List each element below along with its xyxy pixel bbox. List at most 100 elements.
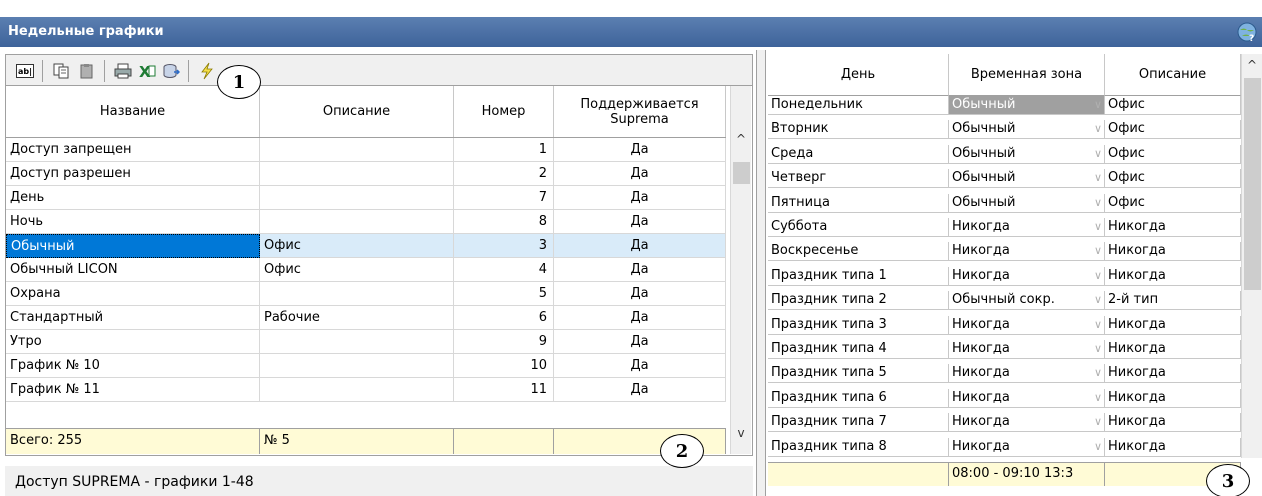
schedule-suprema-cell[interactable]: Да (554, 138, 726, 162)
schedule-description-cell[interactable] (260, 210, 454, 234)
chevron-down-icon[interactable]: ∨ (1094, 169, 1102, 187)
schedule-description-cell[interactable] (260, 282, 454, 306)
table-row[interactable]: Праздник типа 4 Никогда ∨ Никогда (768, 340, 1241, 359)
chevron-down-icon[interactable]: ∨ (1094, 267, 1102, 285)
table-row[interactable]: Обычный Офис 3 Да (6, 234, 726, 258)
time-zone-select[interactable]: Никогда ∨ (949, 315, 1105, 335)
table-row[interactable]: Праздник типа 2 Обычный сокр. ∨ 2-й тип (768, 291, 1241, 311)
chevron-down-icon[interactable]: ∨ (1094, 389, 1102, 407)
chevron-down-icon[interactable]: ∨ (1094, 194, 1102, 212)
schedule-description-cell[interactable] (260, 186, 454, 210)
table-row[interactable]: Четверг Обычный ∨ Офис (768, 169, 1241, 189)
time-zone-select[interactable]: Обычный ∨ (949, 120, 1105, 140)
chevron-down-icon[interactable]: ∨ (1094, 120, 1102, 138)
table-row[interactable]: Праздник типа 7 Никогда ∨ Никогда (768, 413, 1241, 433)
schedule-name-cell[interactable]: Стандартный (6, 306, 260, 330)
table-row[interactable]: Вторник Обычный ∨ Офис (768, 120, 1241, 140)
schedule-description-cell[interactable]: Рабочие (260, 306, 454, 330)
schedule-number-cell[interactable]: 4 (454, 258, 554, 282)
table-row[interactable]: Доступ запрещен 1 Да (6, 138, 726, 162)
table-row[interactable]: Среда Обычный ∨ Офис (768, 144, 1241, 164)
table-row[interactable]: Охрана 5 Да (6, 282, 726, 306)
schedule-number-cell[interactable]: 5 (454, 282, 554, 306)
schedule-number-cell[interactable]: 10 (454, 354, 554, 378)
time-zone-select[interactable]: Никогда ∨ (949, 266, 1105, 286)
rename-field-icon[interactable]: ab| (14, 60, 36, 82)
column-header-time-zone[interactable]: Временная зона (949, 54, 1105, 96)
schedule-description-cell[interactable]: Офис (260, 234, 454, 258)
time-zone-select[interactable]: Никогда ∨ (949, 388, 1105, 408)
schedule-number-cell[interactable]: 3 (454, 234, 554, 258)
column-header-name[interactable]: Название (6, 86, 260, 137)
chevron-down-icon[interactable]: ∨ (1094, 291, 1102, 309)
column-header-day[interactable]: День (768, 54, 949, 96)
schedules-scrollbar[interactable]: ^ v (730, 86, 751, 454)
time-zone-select[interactable]: Обычный сокр. ∨ (949, 291, 1105, 311)
schedule-number-cell[interactable]: 6 (454, 306, 554, 330)
column-header-description[interactable]: Описание (260, 86, 454, 137)
schedule-suprema-cell[interactable]: Да (554, 186, 726, 210)
scroll-down-icon[interactable]: v (731, 424, 751, 442)
table-row[interactable]: Стандартный Рабочие 6 Да (6, 306, 726, 330)
schedule-suprema-cell[interactable]: Да (554, 162, 726, 186)
column-header-suprema[interactable]: Поддерживается Suprema (554, 86, 726, 137)
table-row[interactable]: Праздник типа 1 Никогда ∨ Никогда (768, 266, 1241, 286)
schedule-description-cell[interactable] (260, 138, 454, 162)
time-zone-select[interactable]: Обычный ∨ (949, 96, 1105, 115)
table-row[interactable]: Праздник типа 8 Никогда ∨ Никогда (768, 437, 1241, 457)
scrollbar-thumb[interactable] (1244, 78, 1261, 290)
schedule-suprema-cell[interactable]: Да (554, 330, 726, 354)
time-zone-select[interactable]: Никогда ∨ (949, 437, 1105, 457)
table-row[interactable]: Утро 9 Да (6, 330, 726, 354)
paste-icon[interactable] (76, 60, 98, 82)
table-row[interactable]: Понедельник Обычный ∨ Офис (768, 96, 1241, 115)
schedule-description-cell[interactable]: Офис (260, 258, 454, 282)
schedule-suprema-cell[interactable]: Да (554, 282, 726, 306)
table-row[interactable]: Праздник типа 3 Никогда ∨ Никогда (768, 315, 1241, 335)
chevron-down-icon[interactable]: ∨ (1094, 96, 1102, 114)
lightning-icon[interactable] (196, 60, 218, 82)
time-zone-select[interactable]: Обычный ∨ (949, 193, 1105, 213)
column-header-number[interactable]: Номер (454, 86, 554, 137)
excel-export-icon[interactable]: X (136, 60, 158, 82)
chevron-down-icon[interactable]: ∨ (1094, 438, 1102, 456)
chevron-down-icon[interactable]: ∨ (1094, 364, 1102, 382)
table-row[interactable]: Обычный LICON Офис 4 Да (6, 258, 726, 282)
schedule-description-cell[interactable] (260, 378, 454, 402)
schedule-name-cell[interactable]: График № 11 (6, 378, 260, 402)
table-row[interactable]: График № 11 11 Да (6, 378, 726, 402)
chevron-down-icon[interactable]: ∨ (1094, 340, 1102, 358)
schedule-suprema-cell[interactable]: Да (554, 258, 726, 282)
table-row[interactable]: Суббота Никогда ∨ Никогда (768, 218, 1241, 237)
schedule-number-cell[interactable]: 8 (454, 210, 554, 234)
time-zone-select[interactable]: Никогда ∨ (949, 413, 1105, 433)
table-row[interactable]: День 7 Да (6, 186, 726, 210)
schedule-number-cell[interactable]: 11 (454, 378, 554, 402)
schedule-number-cell[interactable]: 1 (454, 138, 554, 162)
schedule-number-cell[interactable]: 7 (454, 186, 554, 210)
time-zone-select[interactable]: Никогда ∨ (949, 340, 1105, 359)
schedule-suprema-cell[interactable]: Да (554, 354, 726, 378)
time-zone-select[interactable]: Обычный ∨ (949, 169, 1105, 189)
schedule-description-cell[interactable] (260, 162, 454, 186)
schedule-suprema-cell[interactable]: Да (554, 210, 726, 234)
chevron-down-icon[interactable]: ∨ (1094, 316, 1102, 334)
schedule-suprema-cell[interactable]: Да (554, 306, 726, 330)
chevron-down-icon[interactable]: ∨ (1094, 242, 1102, 260)
table-row[interactable]: Праздник типа 5 Никогда ∨ Никогда (768, 364, 1241, 384)
table-row[interactable]: Пятница Обычный ∨ Офис (768, 193, 1241, 213)
scrollbar-thumb[interactable] (733, 162, 750, 184)
panel-splitter[interactable] (756, 50, 766, 496)
scroll-up-icon[interactable]: ^ (1242, 56, 1262, 74)
chevron-down-icon[interactable]: ∨ (1094, 145, 1102, 163)
chevron-down-icon[interactable]: ∨ (1094, 218, 1102, 236)
schedule-number-cell[interactable]: 2 (454, 162, 554, 186)
time-zone-select[interactable]: Никогда ∨ (949, 242, 1105, 262)
scroll-up-icon[interactable]: ^ (731, 130, 751, 148)
schedule-name-cell[interactable]: Охрана (6, 282, 260, 306)
table-row[interactable]: Доступ разрешен 2 Да (6, 162, 726, 186)
schedule-name-cell[interactable]: Утро (6, 330, 260, 354)
schedule-suprema-cell[interactable]: Да (554, 378, 726, 402)
table-row[interactable]: Праздник типа 6 Никогда ∨ Никогда (768, 388, 1241, 408)
schedule-description-cell[interactable] (260, 354, 454, 378)
